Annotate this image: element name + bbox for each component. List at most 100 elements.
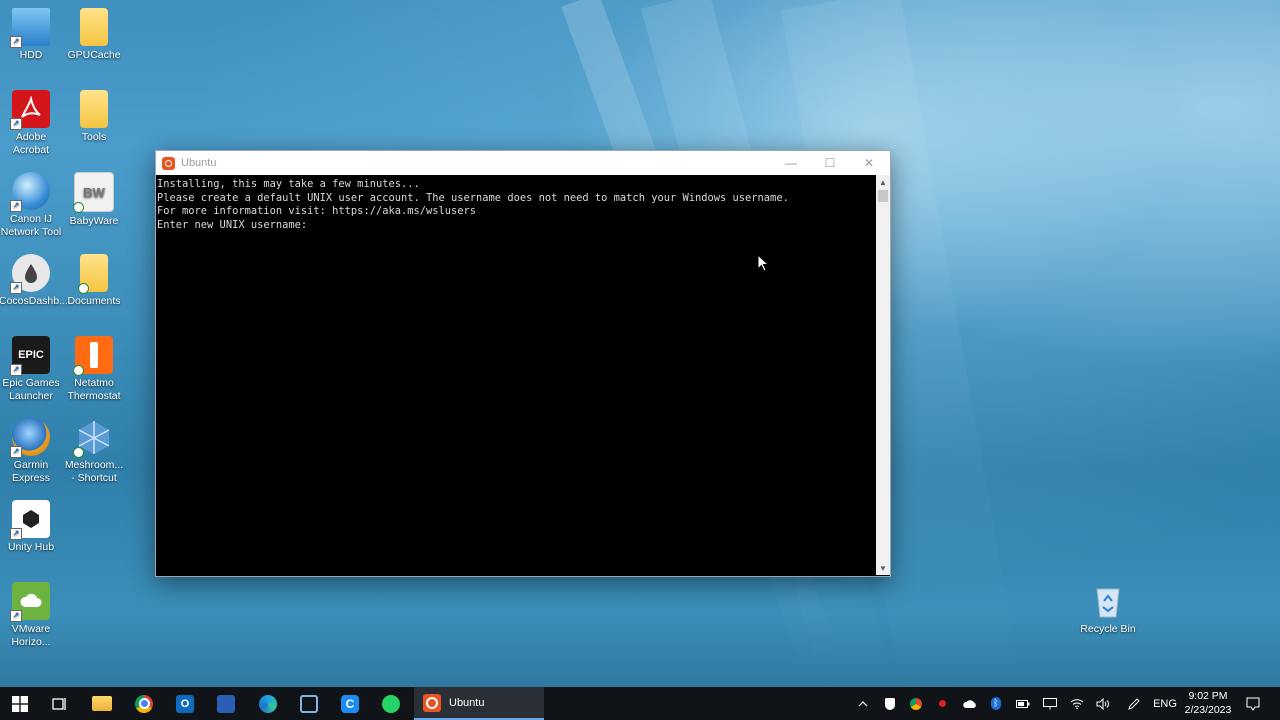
cloud-icon [963,699,976,708]
task-view-button[interactable] [40,687,80,720]
tray-record[interactable] [932,687,952,720]
shield-icon [885,697,895,710]
unity-icon: ↗ [10,500,50,540]
desktop-icon-label: Adobe Acrobat [12,131,50,156]
bluetooth-icon: ᛒ [991,697,1001,710]
taskbar-outlook[interactable]: O [165,687,205,720]
outlook-icon: O [176,694,194,713]
taskbar-ubuntu-active[interactable]: Ubuntu [414,687,544,720]
desktop-icon-meshroom[interactable]: Meshroom... - Shortcut [62,418,126,485]
wifi-icon [1070,699,1084,709]
desktop-icon-canon-ij[interactable]: ↗ Canon IJ Network Tool [0,172,63,239]
scroll-down-icon[interactable]: ▼ [876,561,890,575]
task-view-icon [52,697,66,710]
taskbar-file-explorer[interactable] [82,687,122,720]
document-app-icon [217,694,235,713]
mouse-cursor-icon [757,253,770,277]
terminal-output[interactable]: Installing, this may take a few minutes.… [156,175,875,575]
desktop-icon-tools[interactable]: Tools [62,90,126,144]
desktop-icon-epic-games[interactable]: EPIC ↗ Epic Games Launcher [0,336,63,403]
desktop-icon-babyware[interactable]: BW BabyWare [62,172,126,228]
minimize-button[interactable]: — [772,151,810,175]
desktop-icon-label: CocosDashb... [0,295,68,307]
desktop-icon-documents[interactable]: Documents [62,254,126,308]
desktop-icon-recycle-bin[interactable]: Recycle Bin [1076,582,1140,636]
terminal-line: Installing, this may take a few minutes.… [157,178,420,190]
babyware-icon: BW [73,172,114,213]
ubuntu-icon [423,693,441,712]
desktop-icon-garmin[interactable]: ↗ Garmin Express [0,418,63,485]
scrollbar-thumb[interactable] [878,190,888,202]
taskbar-edge[interactable] [248,687,288,720]
taskbar-network-app[interactable] [289,687,329,720]
desktop-icon-label: HDD [19,49,43,61]
tray-language[interactable]: ENG [1150,687,1180,720]
taskbar-clock[interactable]: 9:02 PM 2/23/2023 [1180,689,1236,717]
desktop-icon-hdd[interactable]: ↗ HDD [0,8,63,62]
desktop-icon-vmware[interactable]: ↗ VMware Horizo... [0,582,63,649]
desktop-icon-label: VMware Horizo... [11,623,51,648]
desktop-icon-unity-hub[interactable]: ↗ Unity Hub [0,500,63,554]
desktop-icon-label: BabyWare [69,215,119,227]
acrobat-icon: ↗ [10,90,50,130]
taskbar: O C Ubuntu ᛒ ENG 9:02 PM 2/23/2023 [0,687,1280,720]
desktop-icon-gpucache[interactable]: GPUCache [62,8,126,62]
ubuntu-terminal-window[interactable]: Ubuntu — ☐ ✕ Installing, this may take a… [155,150,891,577]
desktop-icon-label: Recycle Bin [1080,623,1136,635]
desktop-icon-cocos[interactable]: ↗ CocosDashb... [0,254,68,308]
maximize-button[interactable]: ☐ [811,151,849,175]
tray-volume[interactable] [1092,687,1114,720]
tray-bluetooth[interactable]: ᛒ [987,687,1005,720]
speaker-icon [1096,697,1109,710]
desktop-icon-label: Canon IJ Network Tool [0,213,62,238]
desktop-icon-label: Netatmo Thermostat [67,377,121,402]
scroll-up-icon[interactable]: ▲ [876,175,890,189]
tray-onedrive[interactable] [958,687,982,720]
taskbar-chrome[interactable] [124,687,164,720]
desktop-icon-adobe-acrobat[interactable]: ↗ Adobe Acrobat [0,90,63,157]
clock-date: 2/23/2023 [1184,704,1232,716]
window-titlebar[interactable]: Ubuntu — ☐ ✕ [156,151,890,175]
ubuntu-icon [162,156,175,170]
taskbar-c-app[interactable]: C [330,687,370,720]
tray-pen[interactable] [1123,687,1145,720]
taskbar-ubuntu-label: Ubuntu [449,696,485,709]
tray-chrome[interactable] [906,687,926,720]
start-button[interactable] [0,687,40,720]
edge-icon [259,694,277,713]
record-icon [938,700,946,707]
cocos-icon: ↗ [10,254,50,294]
vertical-scrollbar[interactable]: ▲ ▼ [876,175,890,575]
tray-battery[interactable] [1012,687,1034,720]
show-hidden-icons-button[interactable] [853,687,873,720]
display-icon [1043,697,1057,709]
window-title: Ubuntu [181,157,217,169]
network-tool-icon [300,694,318,713]
desktop-icon-label: GPUCache [67,49,121,61]
terminal-prompt-line: Enter new UNIX username: [157,218,314,231]
desktop-icon-label: Garmin Express [12,459,50,484]
taskbar-app[interactable] [206,687,246,720]
close-button[interactable]: ✕ [850,151,888,175]
folder-icon [80,8,108,46]
tray-wifi[interactable] [1066,687,1088,720]
desktop-icon-label: Epic Games Launcher [2,377,60,402]
pen-icon [1128,697,1140,710]
file-explorer-icon [92,696,112,711]
chrome-icon [910,697,922,710]
battery-icon [1016,699,1030,708]
computer-icon: ↗ [10,8,50,48]
desktop-icon-netatmo[interactable]: Netatmo Thermostat [62,336,126,403]
folder-icon [80,90,108,128]
windows-logo-icon [12,695,28,712]
whatsapp-icon [382,694,400,713]
action-center-button[interactable] [1240,687,1266,720]
taskbar-whatsapp[interactable] [371,687,411,720]
chrome-icon [135,694,153,713]
desktop-icon-label: Tools [81,131,107,143]
tray-display[interactable] [1039,687,1061,720]
canon-globe-icon: ↗ [10,172,50,212]
tray-defender[interactable] [880,687,900,720]
meshroom-icon [73,418,113,458]
epic-games-icon: EPIC ↗ [10,336,50,376]
